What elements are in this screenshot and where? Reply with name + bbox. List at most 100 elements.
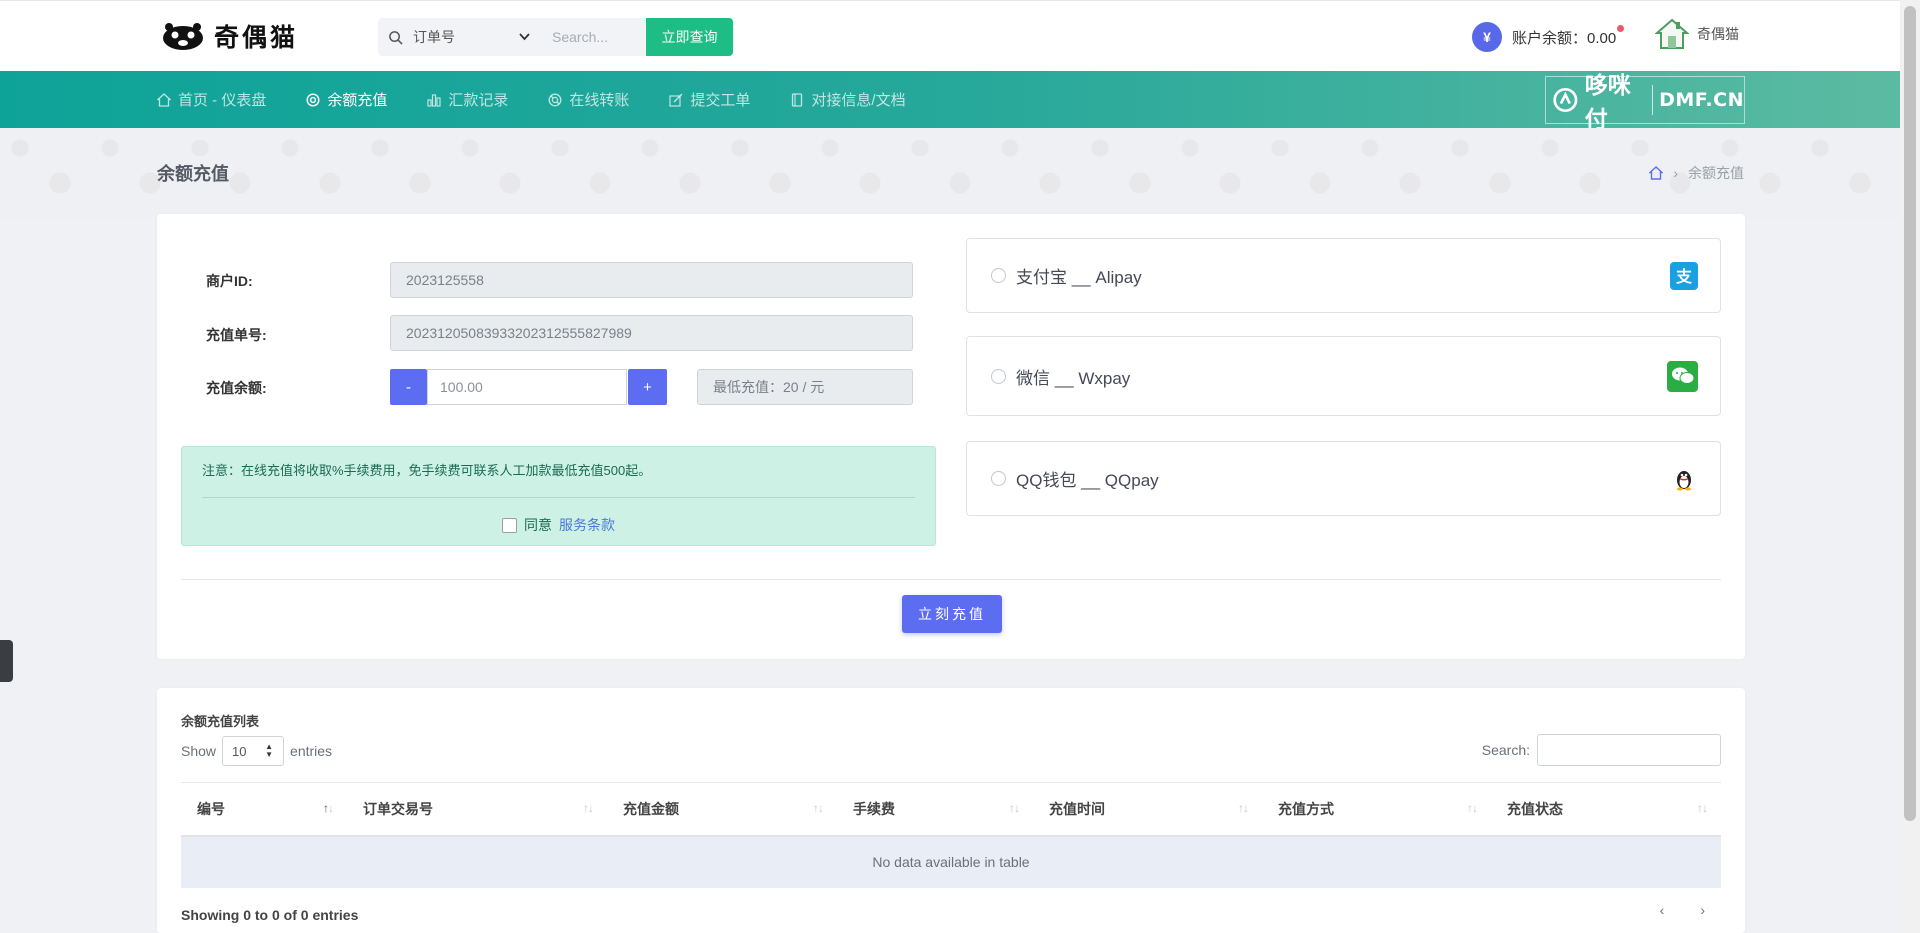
increase-amount-button[interactable]: + — [628, 369, 667, 405]
payment-option-qqpay[interactable]: QQ钱包 __ QQpay — [966, 441, 1721, 516]
payment-radio[interactable] — [991, 471, 1006, 486]
lifebuoy-icon — [548, 93, 562, 106]
main-nav: 首页 - 仪表盘 余额充值 汇款记录 在线转账 提交工单 对接信息/文档 哆咪付… — [0, 71, 1920, 133]
sort-icon: ↑↓ — [583, 801, 594, 815]
payment-option-wxpay[interactable]: 微信 __ Wxpay — [966, 336, 1721, 416]
target-icon — [306, 92, 320, 107]
breadcrumb: › 余额充值 — [1649, 163, 1744, 183]
agree-checkbox[interactable] — [502, 517, 517, 533]
column-header[interactable]: 充值方式 ↑↓ — [1262, 782, 1491, 837]
payment-option-alipay[interactable]: 支付宝 __ Alipay 支 — [966, 238, 1721, 313]
qq-penguin-icon — [1670, 465, 1698, 493]
nav-label: 对接信息/文档 — [811, 92, 906, 109]
balance-text: 账户余额：0.00 — [1512, 24, 1625, 48]
empty-table-message: No data available in table — [181, 835, 1721, 888]
decrease-amount-button[interactable]: - — [390, 369, 427, 405]
merchant-id-value: 2023125558 — [406, 272, 484, 288]
breadcrumb-separator: › — [1673, 165, 1678, 181]
top-header: 奇偶猫 订单号 立即查询 ¥ 账户余额：0.00 奇偶猫 — [0, 0, 1920, 71]
logo-text: 奇偶猫 — [214, 23, 299, 52]
pagination-prev[interactable]: ‹ — [1660, 902, 1665, 918]
search-input[interactable] — [544, 18, 646, 56]
merchant-id-field: 2023125558 — [390, 262, 913, 298]
amount-value: 100.00 — [440, 379, 483, 395]
search-button[interactable]: 立即查询 — [646, 18, 733, 56]
brand-banner[interactable]: 哆咪付 DMF.CN — [1545, 73, 1745, 133]
order-no-label: 充值单号: — [206, 327, 267, 343]
order-no-field: 20231205083933202312555827989 — [390, 315, 913, 351]
notice-divider — [202, 497, 915, 498]
balance-value: 账户余额：0.00 — [1512, 29, 1617, 47]
agree-text: 同意 — [524, 517, 552, 533]
table-title: 余额充值列表 — [181, 714, 260, 729]
scrollbar-thumb[interactable] — [1904, 6, 1916, 821]
nav-item-docs[interactable]: 对接信息/文档 — [790, 89, 906, 110]
account-balance[interactable]: ¥ 账户余额：0.00 — [1472, 22, 1625, 52]
order-search: 订单号 立即查询 — [378, 18, 733, 56]
user-menu[interactable]: 奇偶猫 — [1655, 18, 1739, 50]
search-icon — [389, 30, 403, 45]
alipay-icon: 支 — [1670, 261, 1698, 290]
brand-name-cn: 哆咪付 — [1584, 73, 1631, 133]
nav-item-ticket[interactable]: 提交工单 — [669, 89, 750, 110]
nav-item-remittance[interactable]: 汇款记录 — [427, 89, 508, 110]
search-type-select[interactable]: 订单号 — [378, 18, 544, 56]
sort-icon: ↑↓ — [1009, 801, 1020, 815]
payment-radio[interactable] — [991, 268, 1006, 283]
table-search-label: Search: — [1481, 742, 1530, 758]
nav-item-dashboard[interactable]: 首页 - 仪表盘 — [157, 89, 266, 110]
page-length-select[interactable]: 10 ▲ ▼ — [222, 736, 285, 766]
column-label: 订单交易号 — [363, 800, 433, 817]
sort-icon: ↑↓ — [1467, 801, 1478, 815]
column-header[interactable]: 编号 ↑↓ — [181, 782, 347, 837]
column-header[interactable]: 充值状态 ↑↓ — [1491, 782, 1721, 837]
amount-input[interactable]: 100.00 — [427, 369, 627, 405]
side-drawer-handle[interactable] — [0, 640, 13, 682]
merchant-id-label: 商户ID: — [206, 273, 253, 289]
table-search-control: Search: — [1482, 734, 1721, 766]
home-icon — [157, 92, 171, 107]
pagination: ‹ › — [1660, 902, 1705, 918]
bar-chart-icon — [427, 93, 441, 107]
nav-item-transfer[interactable]: 在线转账 — [548, 89, 629, 110]
order-no-value: 20231205083933202312555827989 — [406, 325, 632, 341]
nav-label: 在线转账 — [569, 92, 630, 109]
nav-item-recharge[interactable]: 余额充值 — [306, 89, 387, 110]
sort-asc-icon: ↑↓ — [323, 801, 334, 815]
column-label: 充值状态 — [1507, 800, 1563, 817]
payment-label: 微信 __ Wxpay — [1016, 368, 1131, 388]
payment-radio[interactable] — [991, 368, 1006, 384]
logo[interactable]: 奇偶猫 — [160, 18, 298, 54]
edit-icon — [669, 93, 683, 107]
column-header[interactable]: 充值时间 ↑↓ — [1033, 782, 1262, 837]
min-recharge-field: 最低充值：20 / 元 — [697, 369, 913, 405]
column-header[interactable]: 充值金额 ↑↓ — [607, 782, 837, 837]
yen-icon: ¥ — [1472, 22, 1502, 52]
nav-label: 余额充值 — [327, 92, 388, 109]
table-header-row: 编号 ↑↓ 订单交易号 ↑↓ 充值金额 ↑↓ 手续费 ↑↓ 充值时间 ↑↓ 充值… — [181, 782, 1721, 837]
terms-link[interactable]: 服务条款 — [559, 515, 615, 535]
user-name: 奇偶猫 — [1697, 26, 1739, 42]
recharge-submit-button[interactable]: 立刻充值 — [902, 595, 1002, 633]
table-length-control: Show 10 ▲ ▼ entries — [181, 736, 332, 766]
book-icon — [792, 92, 803, 107]
brand-name-en: DMF.CN — [1659, 89, 1744, 111]
column-label: 充值金额 — [623, 800, 679, 817]
nav-label: 首页 - 仪表盘 — [178, 92, 267, 109]
page-scrollbar[interactable] — [1900, 0, 1920, 933]
column-label: 编号 — [197, 800, 225, 817]
breadcrumb-home-icon[interactable] — [1649, 166, 1664, 180]
nav-label: 提交工单 — [690, 92, 751, 109]
sort-icon: ↑↓ — [1697, 801, 1708, 815]
column-header[interactable]: 手续费 ↑↓ — [837, 782, 1033, 837]
svg-text:支: 支 — [1675, 267, 1693, 286]
recharge-card: 商户ID: 2023125558 充值单号: 20231205083933202… — [157, 214, 1745, 659]
notification-dot — [1617, 24, 1625, 32]
show-label: Show — [181, 743, 217, 759]
sort-icon: ↑↓ — [813, 801, 824, 815]
column-header[interactable]: 订单交易号 ↑↓ — [347, 782, 607, 837]
table-search-input[interactable] — [1537, 734, 1721, 766]
payment-label: 支付宝 __ Alipay — [1016, 268, 1142, 287]
pagination-next[interactable]: › — [1700, 902, 1705, 918]
min-recharge-text: 最低充值：20 / 元 — [713, 379, 825, 395]
